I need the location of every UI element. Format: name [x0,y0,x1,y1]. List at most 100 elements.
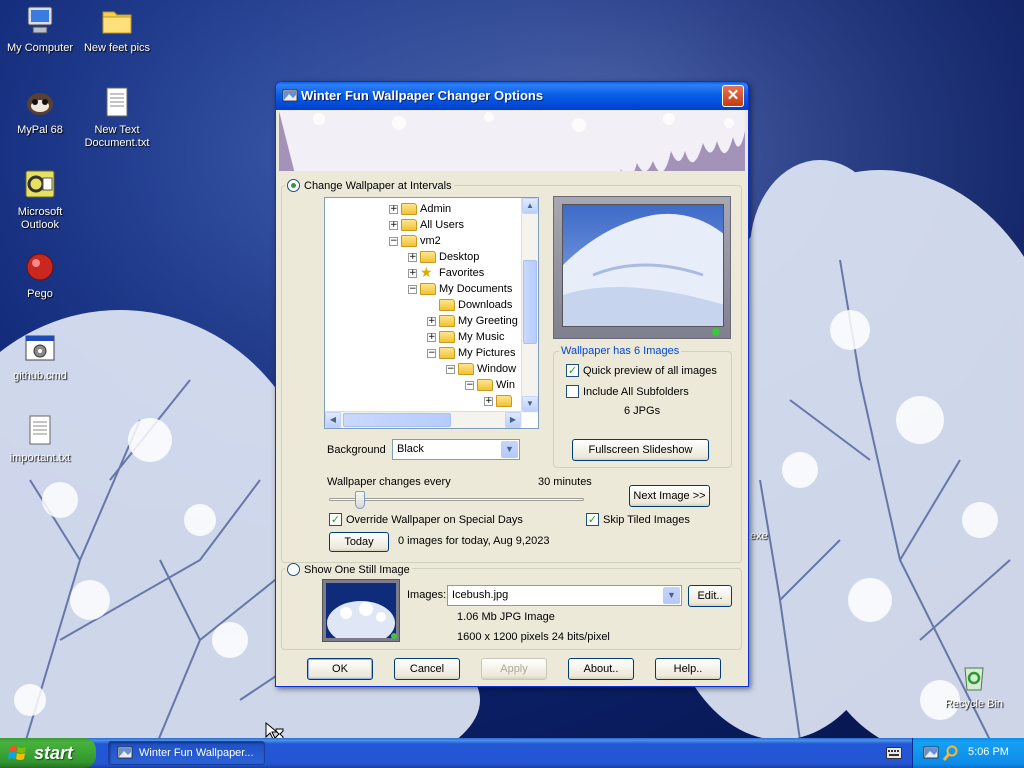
ok-button[interactable]: OK [307,658,373,680]
dialog-titlebar[interactable]: Winter Fun Wallpaper Changer Options ✕ [276,82,748,110]
radio-selected-indicator [287,179,300,192]
desktop-icon-label: MyPal 68 [17,124,63,136]
expand-icon[interactable]: + [427,332,436,342]
scroll-left-icon[interactable]: ◀ [325,412,341,428]
desktop-icon-github-cmd[interactable]: github.cmd [0,332,80,383]
expand-icon[interactable]: + [427,316,436,326]
include-subfolders-label: Include All Subfolders [583,385,689,398]
app-icon [282,89,298,102]
tree-item[interactable]: − vm2 [389,233,441,249]
images-label: Images: [407,589,447,601]
tree-item-label: Favorites [439,267,485,279]
folder-icon [439,315,455,327]
expand-icon[interactable]: + [408,268,417,278]
text-file-icon [106,87,128,117]
desktop-icon-outlook[interactable]: Microsoft Outlook [0,168,80,232]
folder-open-icon [401,235,417,247]
tree-item[interactable]: − Win [465,377,515,393]
tree-item[interactable]: Downloads [439,297,512,313]
tree-item-label: Desktop [439,251,480,263]
intervals-radio[interactable]: Change Wallpaper at Intervals [285,179,454,192]
override-special-days-checkbox[interactable]: ✓ Override Wallpaper on Special Days [329,513,523,526]
desktop-icon-label: New Text Document.txt [84,124,150,149]
desktop-icon-label: Pego [27,288,53,300]
tree-item[interactable]: − My Documents [408,281,512,297]
expand-icon[interactable]: + [389,220,398,230]
scroll-down-icon[interactable]: ▼ [522,396,538,412]
expand-icon[interactable]: + [408,252,417,262]
next-image-button[interactable]: Next Image >> [629,485,710,507]
preview-image [562,204,724,327]
tree-item[interactable]: + [484,393,512,409]
collapse-icon[interactable]: − [389,236,398,246]
apply-button[interactable]: Apply [481,658,547,680]
search-icon[interactable] [943,745,959,761]
taskbar-item-label: Winter Fun Wallpaper... [139,747,254,759]
tree-horizontal-scrollbar[interactable]: ◀ ▶ [325,411,522,428]
taskbar-item-winter-fun[interactable]: Winter Fun Wallpaper... [108,741,265,765]
fullscreen-slideshow-button[interactable]: Fullscreen Slideshow [572,439,709,461]
app-icon [117,746,133,759]
edit-button[interactable]: Edit.. [688,585,732,607]
chevron-down-icon[interactable]: ▼ [501,441,518,458]
scroll-thumb[interactable] [523,260,537,344]
desktop-icon-important-txt[interactable]: important.txt [0,414,80,465]
background-select[interactable]: Black ▼ [392,439,520,460]
collapse-icon[interactable]: − [465,380,474,390]
tree-item[interactable]: + My Greeting [427,313,518,329]
image-value: Icebush.jpg [452,589,509,601]
tree-item[interactable]: + Desktop [408,249,479,265]
expand-icon[interactable]: + [484,396,493,406]
collapse-icon[interactable]: − [408,284,417,294]
close-button[interactable]: ✕ [722,85,744,107]
keyboard-icon[interactable] [886,747,902,759]
desktop-icon-recycle-bin[interactable]: Recycle Bin [934,660,1014,711]
start-button[interactable]: start [0,738,96,768]
interval-slider-thumb[interactable] [354,491,365,509]
collapse-icon[interactable]: − [427,348,436,358]
folder-tree[interactable]: + Admin + All Users − vm2 + Desktop + ★ … [324,197,539,429]
tree-item[interactable]: + Admin [389,201,451,217]
wallpaper-preview[interactable] [553,196,731,339]
about-button[interactable]: About.. [568,658,634,680]
help-button[interactable]: Help.. [655,658,721,680]
desktop-icon-mypal[interactable]: MyPal 68 [0,86,80,137]
desktop-icon-pego[interactable]: Pego [0,250,80,301]
folder-icon [401,203,417,215]
taskbar: start Winter Fun Wallpaper... 5:06 PM [0,738,1024,768]
scroll-up-icon[interactable]: ▲ [522,198,538,214]
chevron-down-icon[interactable]: ▼ [663,587,680,604]
cancel-button[interactable]: Cancel [394,658,460,680]
background-label: Background [327,444,386,456]
checkbox-empty [566,385,579,398]
tree-item[interactable]: + My Music [427,329,504,345]
today-button[interactable]: Today [329,532,389,552]
tree-vertical-scrollbar[interactable]: ▲ ▼ [521,198,538,413]
tree-item[interactable]: − Window [446,361,516,377]
tree-item[interactable]: + ★ Favorites [408,265,484,281]
windows-logo-icon [8,746,26,760]
scroll-thumb[interactable] [343,413,451,427]
tree-item[interactable]: − My Pictures [427,345,515,361]
skip-tiled-checkbox[interactable]: ✓ Skip Tiled Images [586,513,690,526]
image-select[interactable]: Icebush.jpg ▼ [447,585,682,606]
background-value: Black [397,443,424,455]
desktop-icon-new-feet-pics[interactable]: New feet pics [77,4,157,55]
collapse-icon[interactable]: − [446,364,455,374]
expand-icon[interactable]: + [389,204,398,214]
desktop-icon-new-text-document[interactable]: New Text Document.txt [77,86,157,150]
still-image-radio[interactable]: Show One Still Image [285,563,412,576]
system-tray: 5:06 PM [912,738,1024,768]
status-dot-icon [712,328,720,336]
still-image-thumbnail[interactable] [322,579,400,642]
clock[interactable]: 5:06 PM [968,746,1009,758]
include-subfolders-checkbox[interactable]: Include All Subfolders [566,385,689,398]
desktop-icon-my-computer[interactable]: My Computer [0,4,80,55]
quick-preview-checkbox[interactable]: ✓ Quick preview of all images [566,364,717,377]
tree-item[interactable]: + All Users [389,217,464,233]
wallpaper-changer-tray-icon[interactable] [923,745,939,761]
radio-unselected-indicator [287,563,300,576]
scroll-right-icon[interactable]: ▶ [505,412,521,428]
interval-slider-track[interactable] [329,498,584,501]
my-computer-icon [27,6,53,34]
